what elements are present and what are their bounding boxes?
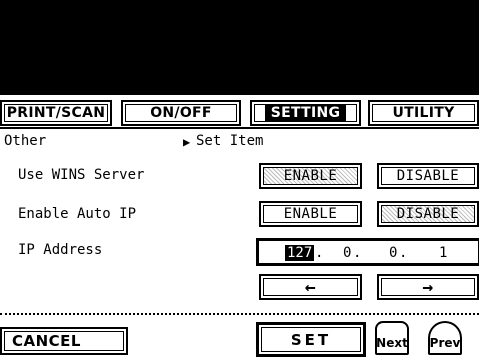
auto-ip-enable-button[interactable]: ENABLE [259,201,362,227]
ip-octet-2[interactable]: 0 [343,245,351,261]
footer-divider [0,313,479,315]
wins-disable-button[interactable]: DISABLE [377,163,479,189]
tab-setting-label: SETTING [264,104,347,122]
ip-separator: . [353,245,362,261]
breadcrumb-arrow-icon: ▶ [183,135,191,149]
tab-on-off[interactable]: ON/OFF [121,100,241,126]
ip-address-field[interactable]: 127 . 0 . 0 . 1 [256,238,479,266]
ip-separator: . [399,245,408,261]
set-label: SET [290,330,332,349]
auto-ip-label: Enable Auto IP [18,206,137,222]
breadcrumb-current: Set Item [196,133,264,149]
next-label: Next [376,336,408,350]
auto-ip-disable-label: DISABLE [396,206,460,222]
tab-print-scan[interactable]: PRINT/SCAN [0,100,112,126]
auto-ip-enable-label: ENABLE [283,206,338,222]
tab-divider [0,127,479,129]
ip-address-label: IP Address [18,242,103,258]
arrow-left-icon: ← [304,276,317,298]
tab-utility-label: UTILITY [392,105,455,121]
next-page-button[interactable]: Next [375,321,409,355]
breadcrumb-parent: Other [4,133,47,149]
wins-enable-button[interactable]: ENABLE [259,163,362,189]
tab-utility[interactable]: UTILITY [368,100,479,126]
cursor-left-button[interactable]: ← [259,274,362,300]
arrow-right-icon: → [422,276,434,298]
ip-octet-1[interactable]: 127 [285,245,315,261]
set-button[interactable]: SET [256,322,366,357]
tab-setting[interactable]: SETTING [250,100,361,126]
tab-on-off-label: ON/OFF [150,105,212,121]
prev-page-button[interactable]: Prev [428,321,462,355]
cancel-label: CANCEL [12,332,81,350]
cancel-button[interactable]: CANCEL [0,327,128,355]
display-header-band [0,0,479,95]
tab-print-scan-label: PRINT/SCAN [6,105,106,121]
ip-octet-3[interactable]: 0 [389,245,397,261]
prev-label: Prev [429,336,461,350]
ip-octet-4[interactable]: 1 [439,245,447,261]
wins-disable-label: DISABLE [396,168,460,184]
wins-server-label: Use WINS Server [18,167,145,183]
ip-separator: . [315,245,324,261]
cursor-right-button[interactable]: → [377,274,479,300]
wins-enable-label: ENABLE [283,168,338,184]
auto-ip-disable-button[interactable]: DISABLE [377,201,479,227]
